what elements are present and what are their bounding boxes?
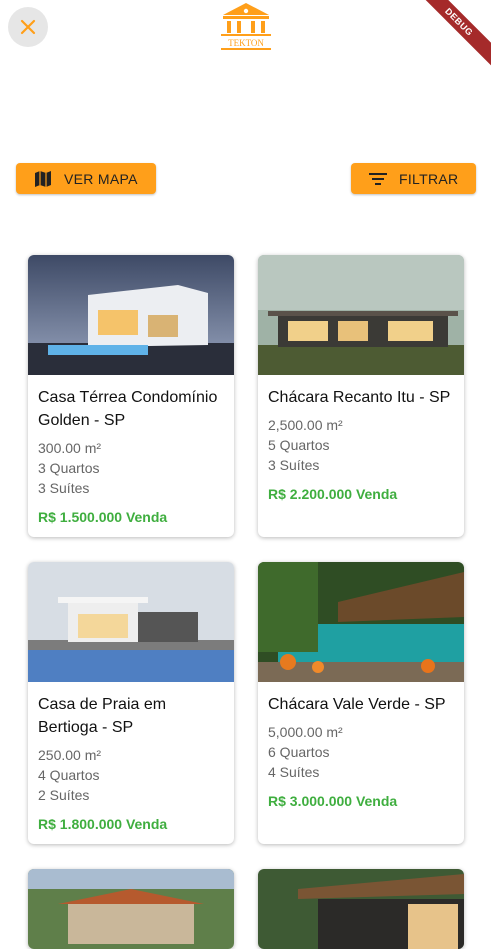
close-icon xyxy=(20,19,36,35)
listing-title: Casa Térrea Condomínio Golden - SP xyxy=(38,389,218,429)
listing-area: 250.00 m² xyxy=(38,747,102,763)
listing-price: R$ 1.500.000 Venda xyxy=(38,509,168,525)
debug-banner: DEBUG xyxy=(410,0,491,71)
listing-card[interactable]: Casa de Praia em Bertioga - SP 250.00 m²… xyxy=(28,562,234,844)
listing-card[interactable]: Casa Térrea Condomínio Golden - SP 300.0… xyxy=(28,255,234,537)
property-photo xyxy=(28,255,234,375)
filter-label: FILTRAR xyxy=(399,170,459,187)
listing-card[interactable] xyxy=(258,869,464,949)
filter-icon xyxy=(369,172,387,185)
listing-suites: 3 Suítes xyxy=(268,457,320,473)
listing-rooms: 4 Quartos xyxy=(38,767,100,783)
view-map-label: VER MAPA xyxy=(64,170,138,187)
listing-area: 5,000.00 m² xyxy=(268,724,343,740)
listing-area: 2,500.00 m² xyxy=(268,417,343,433)
listing-title: Chácara Vale Verde - SP xyxy=(268,696,446,713)
listing-card[interactable]: Chácara Recanto Itu - SP 2,500.00 m² 5 Q… xyxy=(258,255,464,537)
listing-suites: 3 Suítes xyxy=(38,480,90,496)
close-button[interactable] xyxy=(8,7,48,47)
listing-rooms: 3 Quartos xyxy=(38,460,100,476)
listing-suites: 4 Suítes xyxy=(268,764,320,780)
listing-rooms: 5 Quartos xyxy=(268,437,330,453)
listing-card[interactable] xyxy=(28,869,234,949)
listing-rooms: 6 Quartos xyxy=(268,744,330,760)
listing-card[interactable]: Chácara Vale Verde - SP 5,000.00 m² 6 Qu… xyxy=(258,562,464,844)
listing-title: Chácara Recanto Itu - SP xyxy=(268,389,451,406)
view-map-button[interactable]: VER MAPA xyxy=(16,163,156,194)
property-photo xyxy=(28,869,234,949)
listing-area: 300.00 m² xyxy=(38,440,102,456)
map-icon xyxy=(35,170,51,187)
listing-price: R$ 2.200.000 Venda xyxy=(268,486,398,502)
listing-price: R$ 3.000.000 Venda xyxy=(268,793,398,809)
property-photo xyxy=(258,869,464,949)
listing-title: Casa de Praia em Bertioga - SP xyxy=(38,696,167,736)
property-photo xyxy=(258,255,464,375)
listing-suites: 2 Suítes xyxy=(38,787,90,803)
property-photo xyxy=(258,562,464,682)
listing-price: R$ 1.800.000 Venda xyxy=(38,816,168,832)
filter-button[interactable]: FILTRAR xyxy=(351,163,476,194)
tekton-logo: TEKTON xyxy=(219,1,273,53)
property-photo xyxy=(28,562,234,682)
logo-text: TEKTON xyxy=(228,38,264,48)
